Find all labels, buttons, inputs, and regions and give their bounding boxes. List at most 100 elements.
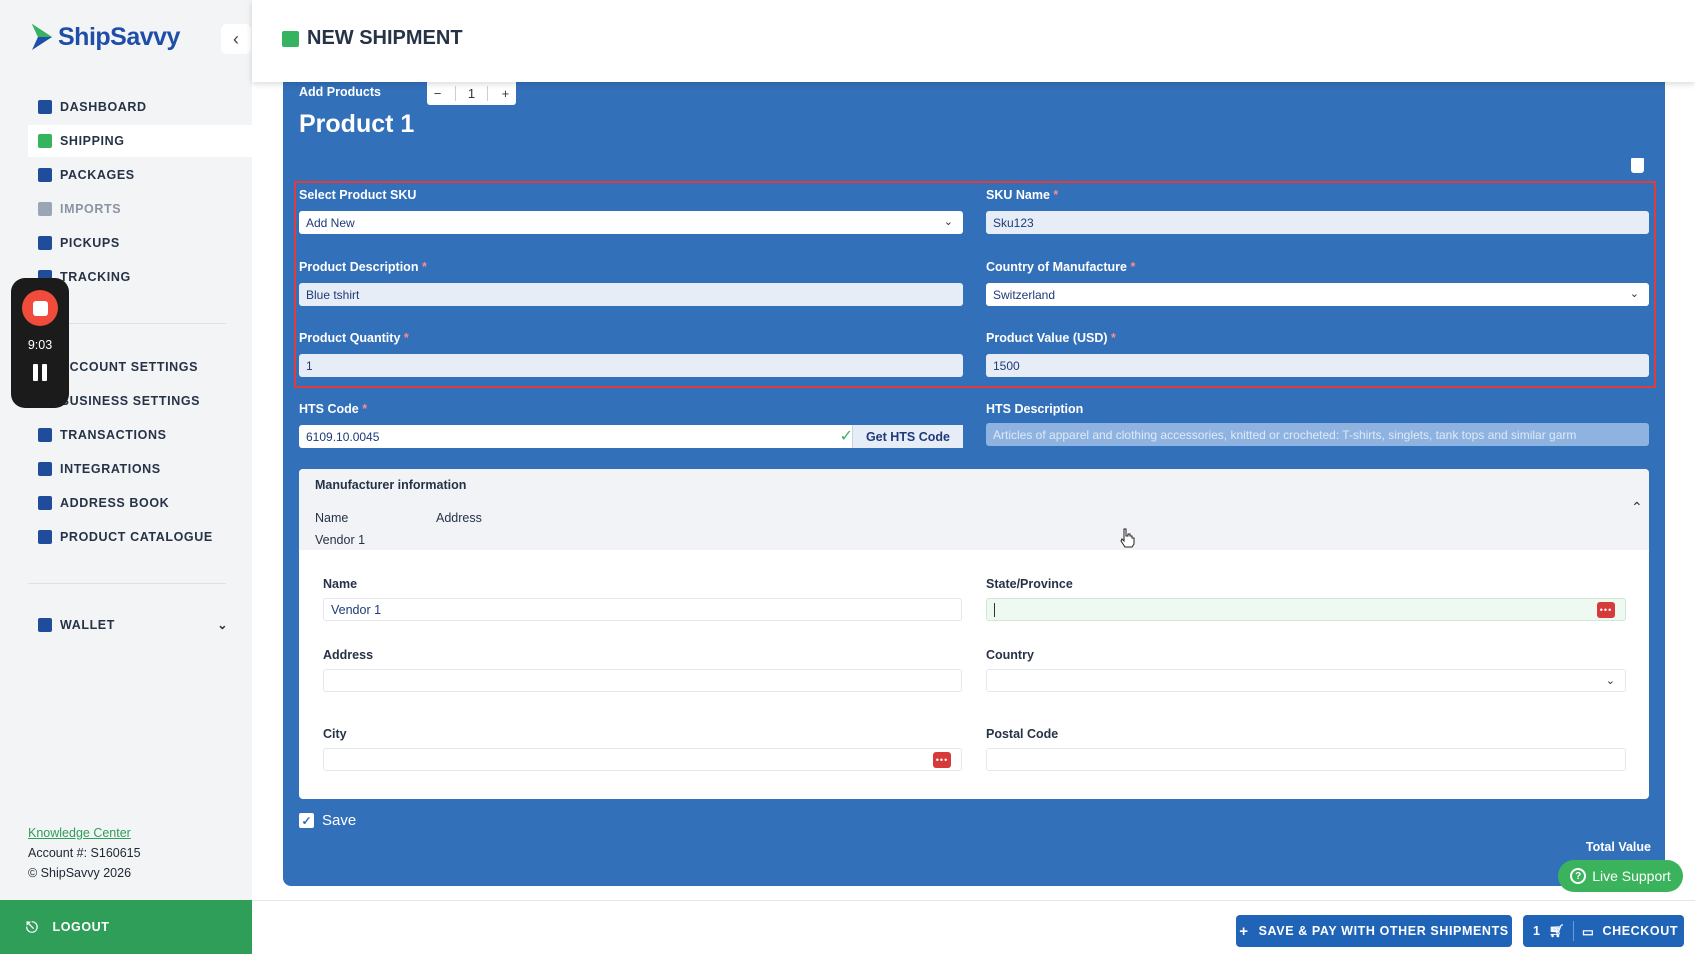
mfg-state-input[interactable]: ••• <box>986 598 1626 621</box>
address-book-icon <box>38 496 52 510</box>
sidebar-item-product-catalogue[interactable]: PRODUCT CATALOGUE <box>28 521 252 553</box>
collapse-sidebar-button[interactable]: ‹ <box>221 24 251 54</box>
imports-icon <box>38 202 52 216</box>
quantity-input[interactable]: 1 <box>299 354 963 377</box>
sku-name-input[interactable]: Sku123 <box>986 211 1649 234</box>
country-manufacture-select[interactable]: Switzerland ⌄ <box>986 283 1649 306</box>
hts-code-input[interactable]: 6109.10.0045 ✓ Get HTS Code <box>299 425 963 448</box>
manufacturer-section-title: Manufacturer information <box>315 478 467 492</box>
page-title: NEW SHIPMENT <box>282 27 463 50</box>
mfg-address-label: Address <box>323 648 374 662</box>
mfg-state-label: State/Province <box>986 577 1073 591</box>
account-number: Account #: S160615 <box>28 846 141 860</box>
description-input[interactable]: Blue tshirt <box>299 283 963 306</box>
sidebar-divider <box>28 583 226 584</box>
manufacturer-summary[interactable]: Manufacturer information Name Address Ve… <box>299 469 1649 550</box>
total-value-label: Total Value <box>1585 840 1651 854</box>
live-support-button[interactable]: ? Live Support <box>1558 860 1683 892</box>
mfg-city-input[interactable]: ••• <box>323 748 962 771</box>
footer-bar: + SAVE & PAY WITH OTHER SHIPMENTS 1 🛒︎ ▭… <box>252 900 1695 954</box>
plus-icon[interactable]: + <box>502 86 510 101</box>
sku-select[interactable]: Add New ⌄ <box>299 211 963 234</box>
mfg-postal-label: Postal Code <box>986 727 1059 741</box>
product-catalogue-icon <box>38 530 52 544</box>
product-count-value: 1 <box>454 86 489 101</box>
mfg-country-select[interactable]: ⌄ <box>986 669 1626 692</box>
sidebar-item-integrations[interactable]: INTEGRATIONS <box>28 453 252 485</box>
checkout-button[interactable]: 1 🛒︎ ▭ CHECKOUT <box>1523 915 1684 947</box>
sidebar-item-dashboard[interactable]: DASHBOARD <box>28 91 252 123</box>
brand-logo[interactable]: ShipSavvy <box>30 22 180 52</box>
manufacturer-col-name: Name <box>315 511 349 525</box>
sidebar-item-transactions[interactable]: TRANSACTIONS <box>28 419 252 451</box>
sidebar-item-wallet[interactable]: WALLET ⌄ <box>28 609 252 641</box>
sidebar-item-address-book[interactable]: ADDRESS BOOK <box>28 487 252 519</box>
screen-recorder-widget: 9:03 <box>11 278 69 408</box>
chevron-up-icon[interactable]: ⌃ <box>1631 499 1643 516</box>
knowledge-center-link[interactable]: Knowledge Center <box>28 826 131 840</box>
save-pay-other-shipments-button[interactable]: + SAVE & PAY WITH OTHER SHIPMENTS <box>1236 915 1512 947</box>
plus-icon: + <box>1239 922 1249 940</box>
wallet-icon <box>38 618 52 632</box>
hts-code-label: HTS Code * <box>299 402 368 416</box>
minus-icon[interactable]: − <box>434 86 442 101</box>
product-panel: Add Products − 1 + Product 1 Select Prod… <box>283 82 1665 886</box>
country-manufacture-label: Country of Manufacture * <box>986 260 1136 274</box>
top-bar: NEW SHIPMENT <box>252 0 1695 82</box>
sidebar: ShipSavvy ‹ DASHBOARD SHIPPING PACKAGES … <box>0 0 252 954</box>
hand-cursor-icon <box>1120 528 1135 548</box>
stop-recording-button[interactable] <box>22 290 58 326</box>
stop-icon <box>32 300 48 316</box>
card-icon: ▭ <box>1582 924 1595 939</box>
transactions-icon <box>38 428 52 442</box>
chevron-left-icon: ‹ <box>233 28 239 49</box>
save-label: Save <box>322 812 357 829</box>
hts-description-field: Articles of apparel and clothing accesso… <box>986 423 1649 446</box>
chevron-down-icon: ⌄ <box>1605 675 1615 687</box>
value-usd-input[interactable]: 1500 <box>986 354 1649 377</box>
mfg-city-label: City <box>323 727 347 741</box>
integrations-icon <box>38 462 52 476</box>
sidebar-item-shipping[interactable]: SHIPPING <box>28 125 252 157</box>
shipping-box-icon <box>282 30 299 47</box>
manufacturer-section: Manufacturer information Name Address Ve… <box>299 469 1649 799</box>
password-manager-icon[interactable]: ••• <box>933 752 951 768</box>
sidebar-item-imports[interactable]: IMPORTS <box>28 193 252 225</box>
mfg-name-label: Name <box>323 577 358 591</box>
pause-recording-button[interactable] <box>33 364 47 381</box>
sidebar-item-pickups[interactable]: PICKUPS <box>28 227 252 259</box>
brand-name: ShipSavvy <box>58 22 180 51</box>
chevron-down-icon: ⌄ <box>1629 288 1639 300</box>
cart-icon: 🛒︎ <box>1548 923 1566 938</box>
copyright: © ShipSavvy 2026 <box>28 866 132 880</box>
pickups-icon <box>38 236 52 250</box>
mfg-address-input[interactable] <box>323 669 962 692</box>
product-title: Product 1 <box>299 110 415 138</box>
chevron-down-icon: ⌄ <box>217 618 228 632</box>
manufacturer-col-address: Address <box>436 511 482 525</box>
sku-select-label: Select Product SKU <box>299 188 417 202</box>
password-manager-icon[interactable]: ••• <box>1597 602 1615 618</box>
delete-product-icon[interactable] <box>1631 158 1644 173</box>
mfg-postal-input[interactable] <box>986 748 1626 771</box>
save-checkbox[interactable]: ✓ <box>299 813 314 828</box>
sidebar-item-packages[interactable]: PACKAGES <box>28 159 252 191</box>
save-checkbox-row[interactable]: ✓ Save <box>299 812 356 829</box>
chevron-down-icon: ⌄ <box>943 216 953 228</box>
get-hts-code-button[interactable]: Get HTS Code <box>851 425 963 448</box>
add-products-label: Add Products <box>299 85 381 99</box>
product-count-stepper[interactable]: − 1 + <box>427 82 516 105</box>
description-label: Product Description * <box>299 260 427 274</box>
mfg-name-input[interactable]: Vendor 1 <box>323 598 962 621</box>
quantity-label: Product Quantity * <box>299 331 409 345</box>
home-icon <box>38 100 52 114</box>
help-icon: ? <box>1570 868 1587 884</box>
value-usd-label: Product Value (USD) * <box>986 331 1116 345</box>
hts-description-label: HTS Description <box>986 402 1084 416</box>
pause-icon <box>33 364 38 381</box>
logout-button[interactable]: ⎋ LOGOUT <box>0 900 252 954</box>
shipping-box-icon <box>38 134 52 148</box>
logo-arrow-icon <box>32 24 52 50</box>
packages-icon <box>38 168 52 182</box>
cart-count: 1 <box>1533 924 1541 938</box>
